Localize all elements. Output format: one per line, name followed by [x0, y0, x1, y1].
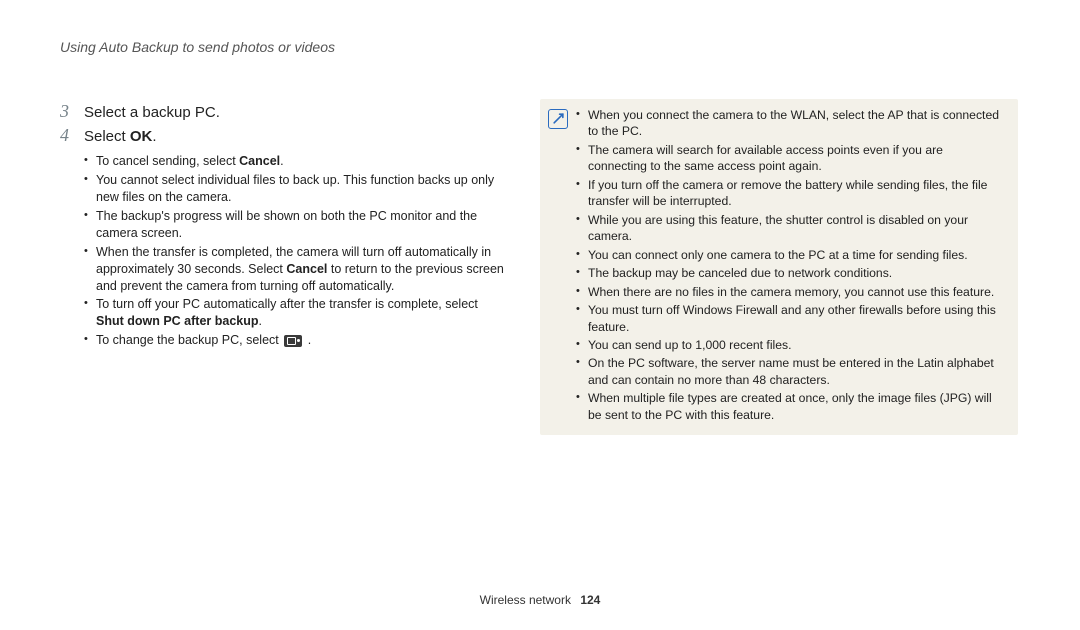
- list-item: While you are using this feature, the sh…: [576, 212, 1002, 245]
- content-columns: 3 Select a backup PC. 4 Select OK. To ca…: [60, 99, 1020, 435]
- footer-page-number: 124: [580, 593, 600, 607]
- step-text: Select OK.: [84, 127, 157, 147]
- list-item: When you connect the camera to the WLAN,…: [576, 107, 1002, 140]
- text-pre: To change the backup PC, select: [96, 333, 282, 347]
- list-item: The backup's progress will be shown on b…: [84, 208, 506, 242]
- list-item: The backup may be canceled due to networ…: [576, 265, 1002, 281]
- step-number: 3: [60, 99, 84, 123]
- list-item: When the transfer is completed, the came…: [84, 244, 506, 295]
- step-text-pre: Select: [84, 128, 130, 145]
- step-text: Select a backup PC.: [84, 103, 220, 123]
- list-item: On the PC software, the server name must…: [576, 355, 1002, 388]
- page-footer: Wireless network 124: [0, 592, 1080, 608]
- list-item: When there are no files in the camera me…: [576, 284, 1002, 300]
- note-icon: [548, 109, 568, 129]
- list-item: When multiple file types are created at …: [576, 390, 1002, 423]
- change-pc-icon: [284, 335, 302, 347]
- list-item: You cannot select individual files to ba…: [84, 172, 506, 206]
- text-pre: To turn off your PC automatically after …: [96, 297, 478, 311]
- text-post: .: [280, 154, 283, 168]
- list-item: To cancel sending, select Cancel.: [84, 153, 506, 170]
- text-bold: Cancel: [286, 262, 327, 276]
- text-bold: Shut down PC after backup: [96, 314, 259, 328]
- step-4: 4 Select OK.: [60, 123, 506, 147]
- step-number: 4: [60, 123, 84, 147]
- list-item: If you turn off the camera or remove the…: [576, 177, 1002, 210]
- list-item: To turn off your PC automatically after …: [84, 296, 506, 330]
- sub-bullet-list: To cancel sending, select Cancel. You ca…: [84, 153, 506, 349]
- list-item: You can connect only one camera to the P…: [576, 247, 1002, 263]
- left-column: 3 Select a backup PC. 4 Select OK. To ca…: [60, 99, 506, 435]
- text-post: .: [304, 333, 311, 347]
- text-post: .: [259, 314, 262, 328]
- right-column: When you connect the camera to the WLAN,…: [540, 99, 1018, 435]
- list-item: The camera will search for available acc…: [576, 142, 1002, 175]
- page-header: Using Auto Backup to send photos or vide…: [60, 38, 1020, 57]
- list-item: You must turn off Windows Firewall and a…: [576, 302, 1002, 335]
- note-box: When you connect the camera to the WLAN,…: [540, 99, 1018, 435]
- step-text-bold: OK: [130, 128, 153, 145]
- step-text-post: .: [152, 128, 156, 145]
- text-pre: To cancel sending, select: [96, 154, 239, 168]
- note-list: When you connect the camera to the WLAN,…: [576, 107, 1002, 425]
- text-bold: Cancel: [239, 154, 280, 168]
- step-3: 3 Select a backup PC.: [60, 99, 506, 123]
- list-item: You can send up to 1,000 recent files.: [576, 337, 1002, 353]
- footer-section: Wireless network: [480, 593, 571, 607]
- list-item: To change the backup PC, select .: [84, 332, 506, 349]
